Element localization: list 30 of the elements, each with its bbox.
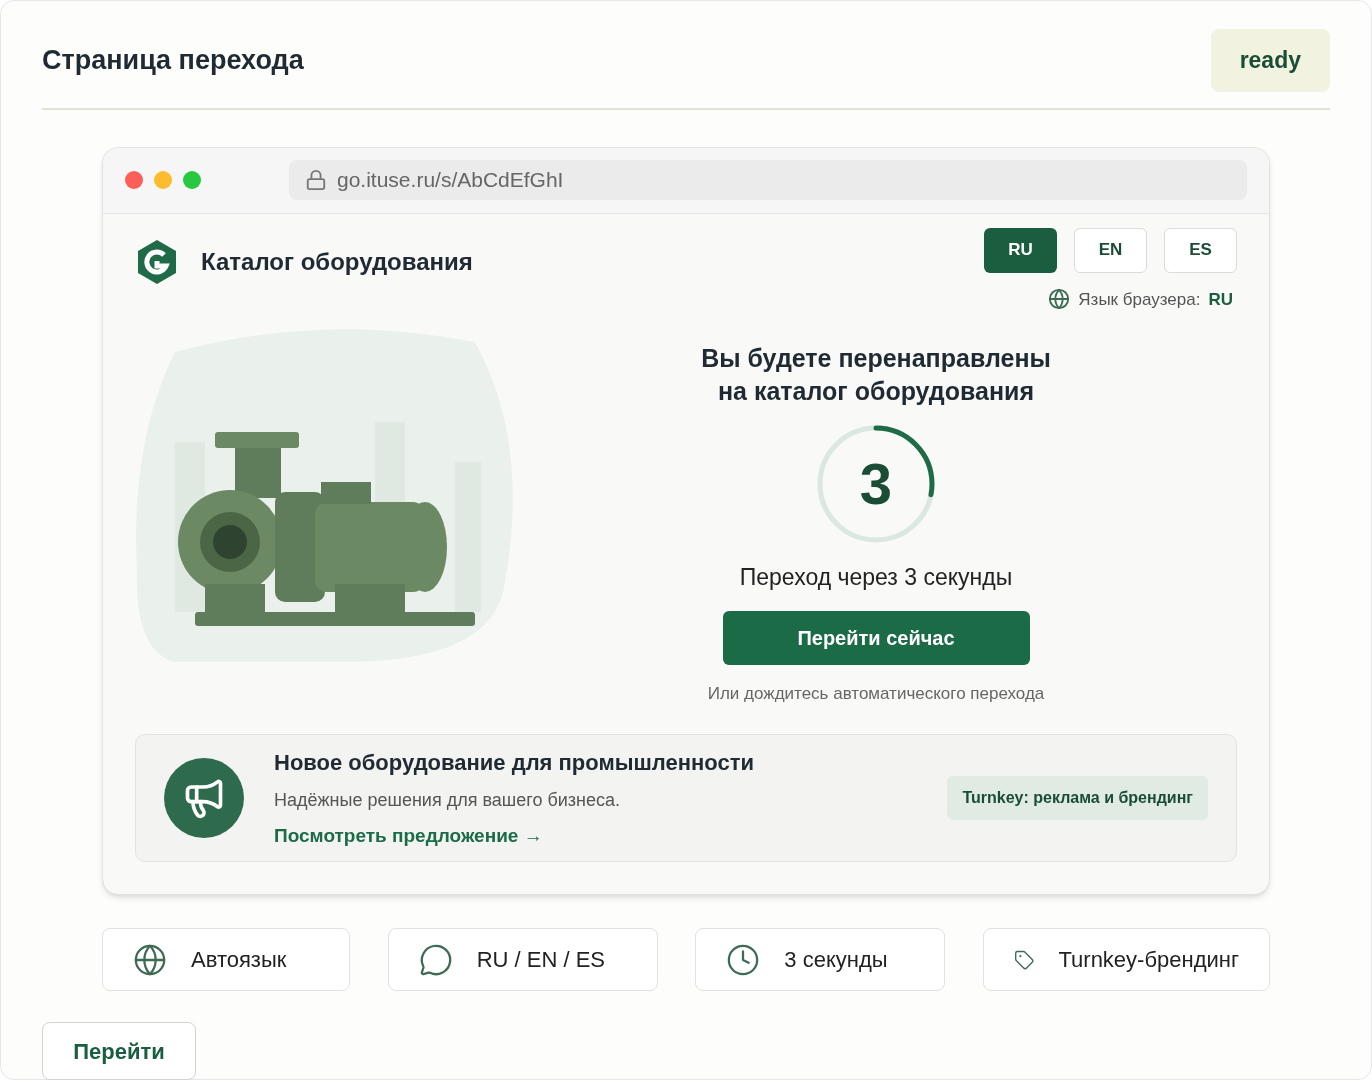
- countdown-number: 3: [859, 455, 893, 513]
- promo-title: Новое оборудование для промышленности: [274, 748, 756, 777]
- promo-tag: Turnkey: реклама и брендинг: [947, 776, 1208, 820]
- logo-icon: [135, 237, 179, 286]
- browser-language-label: Язык браузера:: [1078, 288, 1201, 311]
- feature-label: 3 секунды: [784, 946, 888, 974]
- feature-label: RU / EN / ES: [476, 946, 605, 974]
- redirect-heading: Вы будете перенаправлены на каталог оборудования: [701, 343, 1051, 407]
- address-bar[interactable]: go.ituse.ru/s/AbCdEfGhI: [289, 160, 1247, 200]
- url-text: go.ituse.ru/s/AbCdEfGhI: [337, 167, 564, 194]
- globe-icon: [133, 942, 167, 977]
- go-now-button[interactable]: Перейти сейчас: [722, 610, 1030, 665]
- globe-icon: [1048, 288, 1071, 311]
- page-title: Страница перехода: [42, 44, 304, 77]
- hint-text: Или дождитесь автоматического перехода: [707, 682, 1045, 705]
- feature-label: Автоязык: [191, 946, 287, 974]
- feature-label: Turnkey-брендинг: [1058, 946, 1239, 974]
- browser-language-value: RU: [1208, 288, 1233, 311]
- site-title: Каталог оборудования: [201, 246, 473, 277]
- lock-icon: [305, 169, 327, 191]
- clock-icon: [726, 942, 761, 977]
- go-button[interactable]: Перейти: [42, 1022, 196, 1080]
- status-badge: ready: [1210, 29, 1330, 92]
- timer-text: Переход через 3 секунды: [739, 563, 1013, 592]
- speech-bubble-icon: [418, 942, 453, 977]
- language-tab[interactable]: EN: [1074, 227, 1147, 273]
- language-tab[interactable]: ES: [1164, 227, 1237, 273]
- promo-subtitle: Надёжные решения для вашего бизнеса.: [274, 788, 621, 812]
- promo-link[interactable]: Посмотреть предложение →: [274, 821, 948, 851]
- language-tab[interactable]: RU: [984, 227, 1057, 273]
